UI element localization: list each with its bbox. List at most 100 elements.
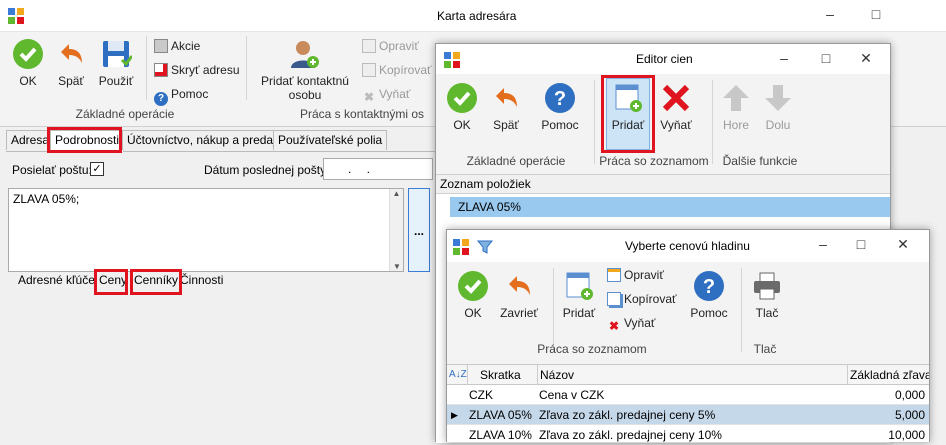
table-row[interactable]: ZLAVA 10% Zľava zo zákl. predajnej ceny … xyxy=(447,425,929,445)
row-code: CZK xyxy=(469,388,493,402)
editor-close-icon[interactable]: ✕ xyxy=(856,50,876,67)
note-scrollbar[interactable]: ▲ ▼ xyxy=(389,189,403,271)
send-mail-checkbox[interactable]: ✓ xyxy=(90,162,104,176)
subtab-prices[interactable]: Ceny xyxy=(99,273,127,287)
group-contacts-label: Práca s kontaktnými os xyxy=(300,107,425,121)
row-pointer-icon: ▶ xyxy=(451,410,458,420)
col-name-header[interactable]: Názov xyxy=(537,365,847,385)
price-level-grid: A↓Z Skratka Názov Základná zľava CZK Cen… xyxy=(447,364,929,442)
hide-address-button[interactable]: Skryť adresu xyxy=(154,61,240,79)
col-discount-header[interactable]: Základná zľava xyxy=(847,365,929,385)
editor-maximize-icon[interactable]: □ xyxy=(816,50,836,66)
picker-print-button[interactable]: Tlač xyxy=(749,270,785,320)
picker-logo-icon xyxy=(453,239,469,255)
grid-header: A↓Z Skratka Názov Základná zľava xyxy=(447,365,929,385)
ok-check-icon xyxy=(458,271,488,301)
copy-contact-button: Kopírovať xyxy=(362,61,432,79)
edit-icon xyxy=(362,39,376,53)
add-contact-button[interactable]: Pridať kontaktnú osobu xyxy=(256,38,354,102)
back-button[interactable]: Späť xyxy=(52,38,90,88)
editor-back-button[interactable]: Späť xyxy=(488,82,524,132)
minimize-icon[interactable]: – xyxy=(820,6,840,22)
send-mail-label: Posielať poštu: xyxy=(12,163,92,177)
edit-icon xyxy=(607,268,621,282)
tab-user-fields[interactable]: Používateľské polia xyxy=(273,130,388,150)
editor-group-basic-label: Základné operácie xyxy=(466,154,566,168)
main-titlebar: Karta adresára – □ xyxy=(0,0,946,32)
editor-titlebar: Editor cien – □ ✕ xyxy=(436,44,890,74)
ellipsis-button[interactable]: ... xyxy=(408,188,430,272)
picker-ribbon: OK Zavrieť Pridať Opraviť Kopírovať ✖ Vyň… xyxy=(447,262,929,364)
undo-arrow-icon xyxy=(496,88,517,107)
tab-address[interactable]: Adresa xyxy=(6,130,55,150)
row-discount: 5,000 xyxy=(894,408,925,422)
subtab-price-lists[interactable]: Cenníky xyxy=(134,273,178,287)
picker-help-button[interactable]: ? Pomoc xyxy=(687,270,731,320)
back-label: Späť xyxy=(58,74,84,88)
picker-minimize-icon[interactable]: – xyxy=(813,236,833,252)
editor-remove-button[interactable]: Vyňať xyxy=(656,82,696,132)
actions-icon xyxy=(154,39,168,53)
apply-button[interactable]: Použiť xyxy=(94,38,138,88)
remove-x-icon: ✖ xyxy=(608,319,620,333)
printer-icon xyxy=(754,272,780,300)
subtab-address-keys[interactable]: Adresné kľúče xyxy=(18,273,95,287)
note-text: ZLAVA 05%; xyxy=(13,192,80,206)
subtab-activities[interactable]: Činnosti xyxy=(180,273,223,287)
apply-label: Použiť xyxy=(98,74,134,88)
row-discount: 0,000 xyxy=(894,388,925,402)
add-document-icon xyxy=(566,272,593,300)
picker-add-button[interactable]: Pridať xyxy=(559,270,599,320)
actions-button[interactable]: Akcie xyxy=(154,37,200,55)
editor-list-header: Zoznam položiek xyxy=(436,174,890,194)
svg-text:?: ? xyxy=(554,88,566,110)
table-row[interactable]: CZK Cena v CZK 0,000 xyxy=(447,385,929,405)
arrow-down-icon xyxy=(765,85,791,111)
editor-list-item[interactable]: ZLAVA 05% xyxy=(450,197,890,217)
tab-details[interactable]: Podrobnosti xyxy=(50,130,125,152)
last-mail-label: Dátum poslednej pošty: xyxy=(204,163,330,177)
help-icon: ? xyxy=(545,83,575,113)
picker-group-list-label: Práca so zoznamom xyxy=(537,342,647,356)
editor-minimize-icon[interactable]: – xyxy=(774,50,794,66)
editor-title: Editor cien xyxy=(636,52,693,66)
ok-label: OK xyxy=(19,74,37,88)
filter-funnel-icon[interactable] xyxy=(477,239,493,255)
row-name: Zľava zo zákl. predajnej ceny 10% xyxy=(539,428,722,442)
editor-help-button[interactable]: ? Pomoc xyxy=(538,82,582,132)
main-tab-strip: Adresa Podrobnosti Účtovníctvo, nákup a … xyxy=(6,130,446,152)
picker-edit-button[interactable]: Opraviť xyxy=(607,266,664,284)
picker-title: Vyberte cenovú hladinu xyxy=(625,239,750,253)
maximize-icon[interactable]: □ xyxy=(866,6,886,22)
price-level-window: Vyberte cenovú hladinu – □ ✕ OK Zavrieť … xyxy=(446,229,930,442)
note-textarea[interactable]: ZLAVA 05%; ▲ ▼ xyxy=(8,188,404,272)
picker-ok-button[interactable]: OK xyxy=(455,270,491,320)
picker-remove-button[interactable]: ✖ Vyňať xyxy=(607,314,655,333)
picker-maximize-icon[interactable]: □ xyxy=(851,236,871,252)
save-disk-icon xyxy=(103,41,132,67)
editor-group-more-label: Ďalšie funkcie xyxy=(722,154,798,168)
app-logo-icon xyxy=(8,8,24,24)
editor-logo-icon xyxy=(444,52,460,68)
editor-add-button[interactable]: Pridať xyxy=(606,82,650,132)
remove-contact-button: ✖ Vyňať xyxy=(363,87,411,104)
help-button[interactable]: ? Pomoc xyxy=(154,85,208,106)
copy-icon xyxy=(607,292,621,306)
arrow-up-icon xyxy=(723,85,749,111)
editor-ribbon: OK Späť ? Pomoc Pridať Vyňať Hore Dolu Z… xyxy=(436,74,890,174)
table-row[interactable]: ▶ ZLAVA 05% Zľava zo zákl. predajnej cen… xyxy=(447,405,929,425)
picker-copy-button[interactable]: Kopírovať xyxy=(607,290,677,308)
picker-close-icon[interactable]: ✕ xyxy=(893,236,913,253)
last-mail-input[interactable]: . . xyxy=(323,158,433,180)
tab-accounting[interactable]: Účtovníctvo, nákup a predaj xyxy=(122,130,281,150)
picker-close-button[interactable]: Zavrieť xyxy=(497,270,541,320)
sort-az-icon[interactable]: A↓Z xyxy=(449,365,467,385)
row-name: Zľava zo zákl. predajnej ceny 5% xyxy=(539,408,716,422)
editor-up-button: Hore xyxy=(718,82,754,132)
main-title: Karta adresára xyxy=(437,9,517,23)
col-code-header[interactable]: Skratka xyxy=(467,365,537,385)
ok-button[interactable]: OK xyxy=(10,38,46,88)
editor-ok-button[interactable]: OK xyxy=(444,82,480,132)
subtab-strip: Adresné kľúče Ceny Cenníky Činnosti xyxy=(14,273,434,291)
hide-address-icon xyxy=(154,63,168,77)
